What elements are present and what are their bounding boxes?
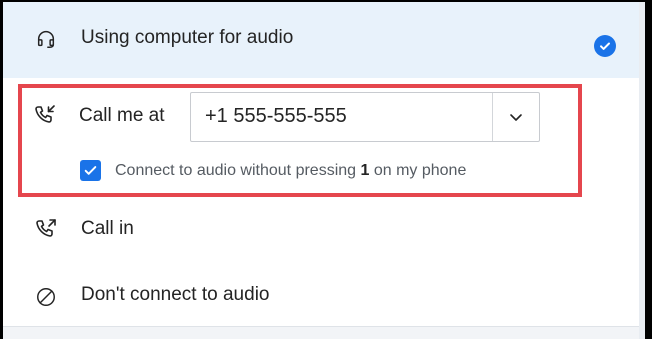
audio-options-frame: Using computer for audio Call me at +1 5… [0, 0, 652, 339]
phone-outgoing-icon [33, 103, 57, 127]
option-call-in-label: Call in [81, 218, 134, 239]
phone-number-value[interactable]: +1 555-555-555 [205, 105, 347, 128]
option-computer-audio[interactable]: Using computer for audio [3, 2, 639, 78]
auto-connect-label: Connect to audio without pressing 1 on m… [115, 161, 467, 179]
phone-number-input[interactable]: +1 555-555-555 [190, 92, 540, 142]
option-dont-connect[interactable]: Don't connect to audio [3, 270, 639, 322]
panel-footer [3, 327, 639, 339]
checkmark-icon [84, 166, 97, 175]
call-me-label: Call me at [79, 105, 165, 126]
window-border-left [0, 0, 3, 339]
option-call-in[interactable]: Call in [3, 204, 639, 254]
auto-connect-checkbox[interactable] [80, 160, 101, 181]
headset-icon [34, 27, 58, 51]
window-border-right [645, 0, 652, 339]
selected-check-icon [594, 35, 616, 57]
option-dont-connect-label: Don't connect to audio [81, 284, 270, 305]
option-computer-audio-label: Using computer for audio [81, 27, 294, 48]
phone-dropdown-button[interactable] [493, 93, 539, 141]
phone-incoming-icon [34, 217, 58, 241]
chevron-down-icon [510, 114, 522, 121]
auto-connect-option[interactable]: Connect to audio without pressing 1 on m… [80, 160, 466, 181]
prohibited-icon [34, 285, 58, 309]
window-border-top [0, 0, 652, 2]
